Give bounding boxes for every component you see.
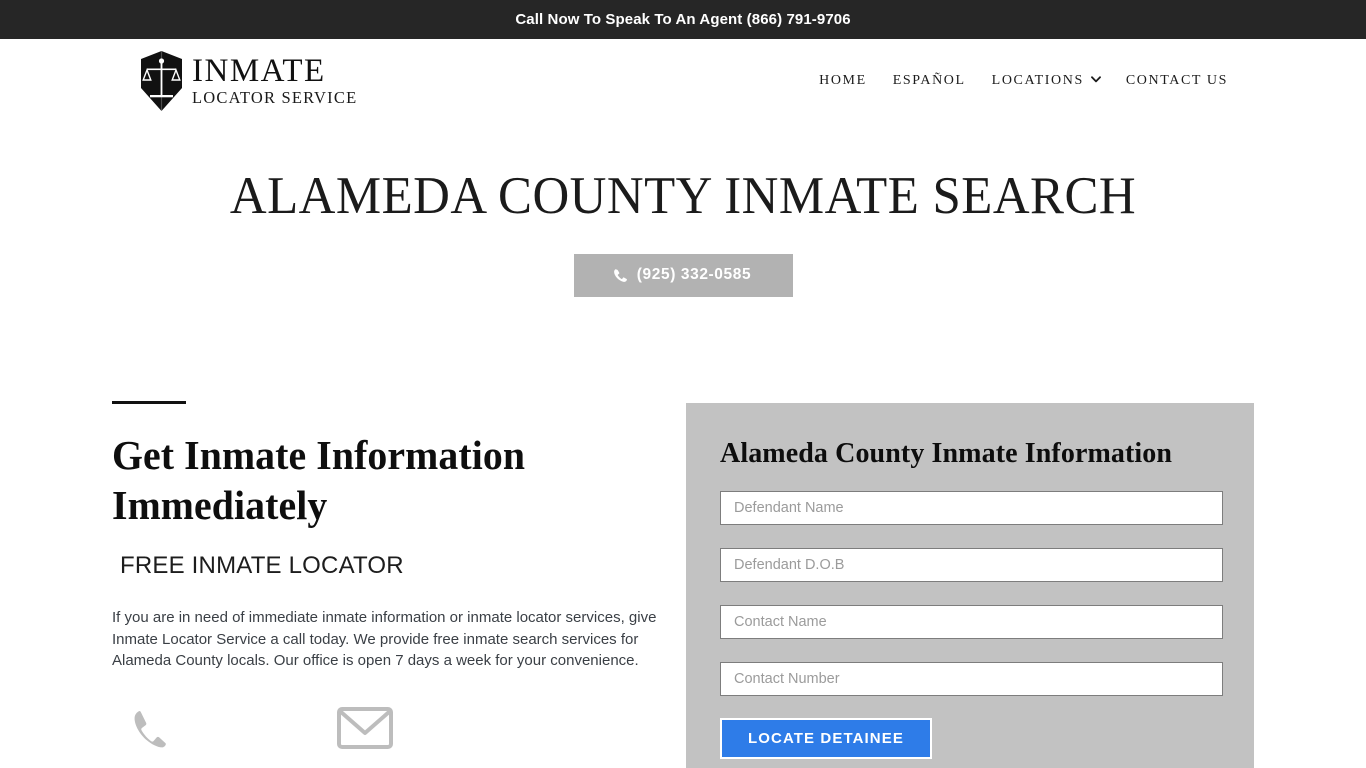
form-title: Alameda County Inmate Information — [720, 438, 1173, 470]
envelope-icon[interactable] — [337, 707, 393, 753]
scales-of-justice-shield-icon — [138, 50, 185, 112]
title-divider — [112, 401, 186, 405]
logo-subtitle: LOCATOR SERVICE — [192, 88, 358, 108]
nav-item-locations-label: LOCATIONS — [991, 73, 1084, 88]
defendant-dob-input[interactable] — [720, 548, 1223, 583]
section-paragraph: If you are in need of immediate inmate i… — [112, 609, 657, 669]
hero-phone-label: (925) 332-0585 — [636, 266, 752, 284]
phone-icon — [613, 268, 628, 283]
section-heading: Get Inmate Information Immediately — [112, 432, 526, 529]
contact-number-input[interactable] — [720, 662, 1223, 697]
announcement-text: Call Now To Speak To An Agent (866) 791-… — [515, 11, 851, 28]
logo-title: INMATE — [192, 53, 326, 90]
site-logo[interactable]: INMATE LOCATOR SERVICE — [138, 48, 357, 114]
main-navigation: HOME ESPAÑOL LOCATIONS CONTACT US — [819, 73, 1228, 89]
nav-item-contact-us-label: CONTACT US — [1125, 73, 1228, 88]
page-title: ALAMEDA COUNTY INMATE SEARCH — [229, 167, 1137, 225]
announcement-bar: Call Now To Speak To An Agent (866) 791-… — [0, 0, 1366, 39]
site-header: INMATE LOCATOR SERVICE HOME ESPAÑOL LOCA… — [0, 39, 1366, 123]
defendant-name-input[interactable] — [720, 491, 1223, 526]
hero-phone-button[interactable]: (925) 332-0585 — [573, 254, 793, 298]
contact-icon-row — [112, 707, 672, 753]
nav-item-espanol-label: ESPAÑOL — [892, 73, 966, 88]
locate-detainee-button[interactable]: LOCATE DETAINEE — [720, 718, 932, 760]
nav-item-home[interactable]: HOME — [819, 73, 867, 89]
nav-item-locations[interactable]: LOCATIONS — [991, 73, 1101, 89]
contact-name-input[interactable] — [720, 605, 1223, 640]
chevron-down-icon[interactable] — [1090, 75, 1101, 85]
section-subheading: FREE INMATE LOCATOR — [120, 552, 404, 580]
nav-item-contact-us[interactable]: CONTACT US — [1126, 73, 1228, 89]
hero-cta-wrapper: (925) 332-0585 — [0, 254, 1366, 298]
nav-item-home-label: HOME — [819, 73, 867, 88]
content-section: Get Inmate Information Immediately FREE … — [0, 401, 1366, 768]
inmate-information-form: Alameda County Inmate Information LOCATE… — [686, 403, 1254, 768]
hero-section: ALAMEDA COUNTY INMATE SEARCH (925) 332-0… — [0, 123, 1366, 298]
phone-icon[interactable] — [132, 707, 166, 753]
info-column: Get Inmate Information Immediately FREE … — [112, 401, 672, 753]
nav-item-espanol[interactable]: ESPAÑOL — [893, 73, 966, 89]
